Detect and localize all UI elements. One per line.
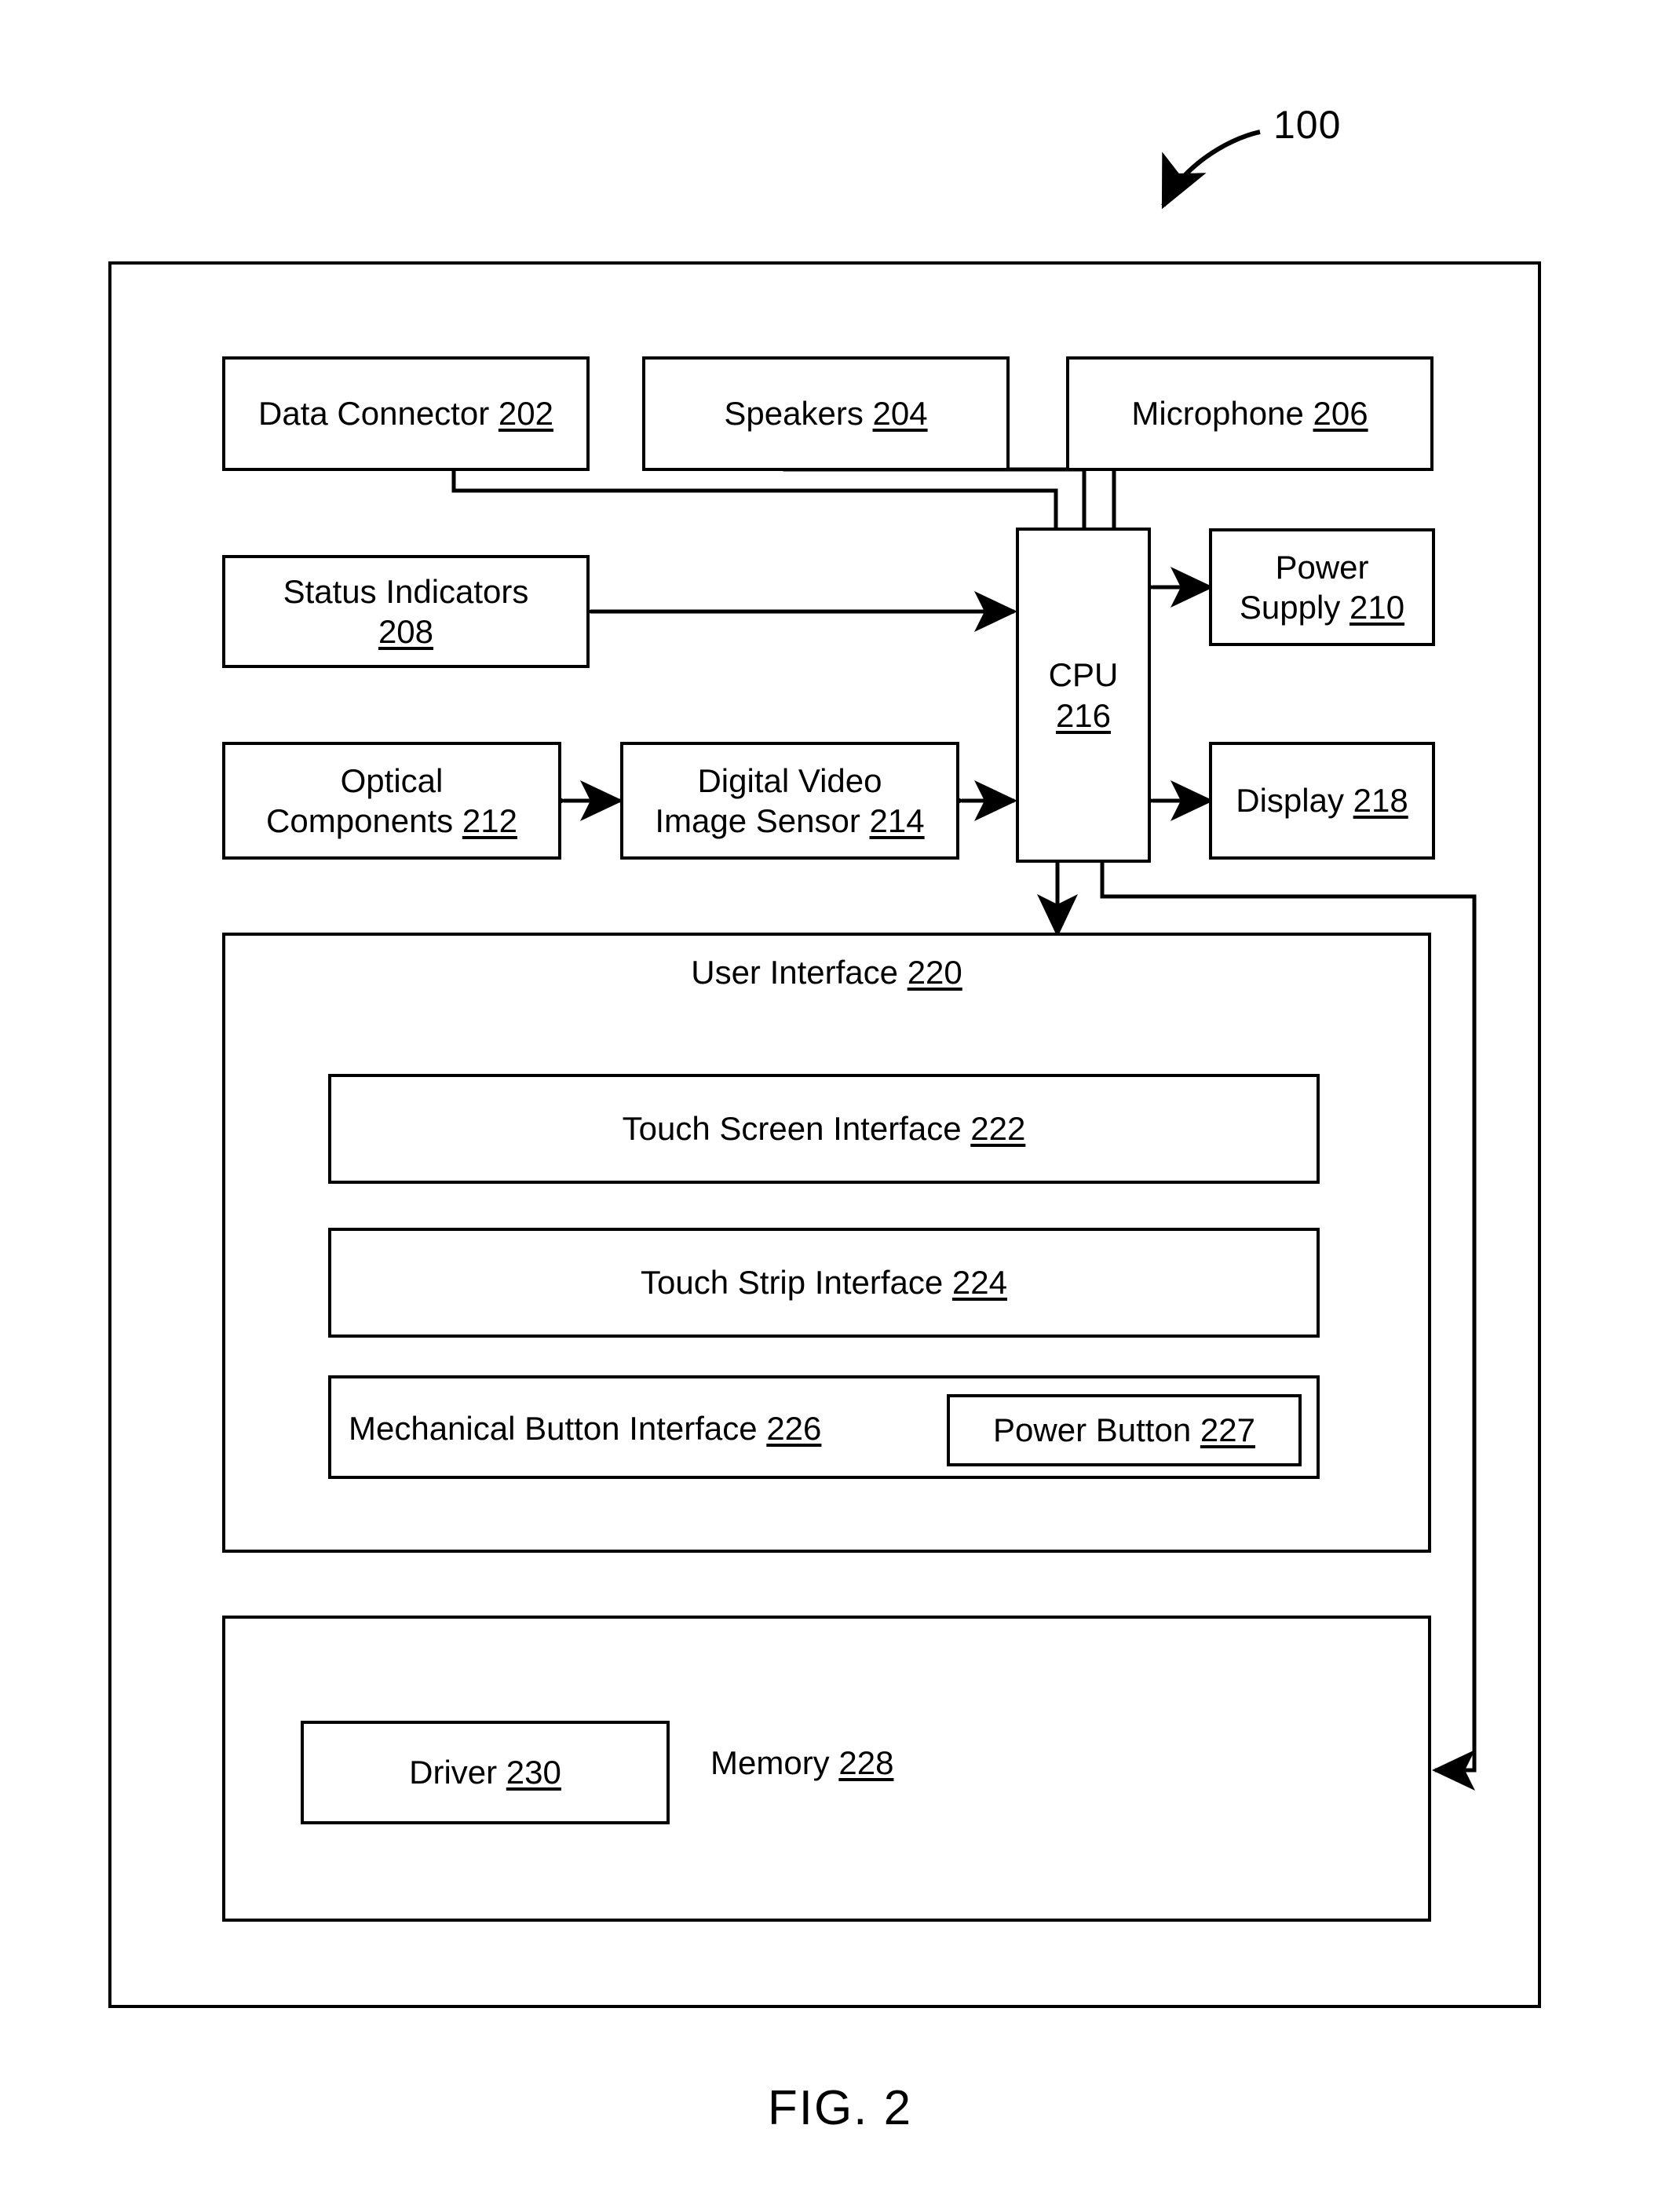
block-mechanical-button-interface-ref: 226: [766, 1410, 822, 1447]
block-microphone-label: Microphone: [1131, 395, 1313, 433]
block-optical-components-ref: 212: [462, 802, 517, 839]
block-digital-video-image-sensor[interactable]: Digital Video Image Sensor 214: [620, 742, 959, 860]
block-touch-strip-interface-label: Touch Strip Interface: [641, 1264, 952, 1302]
block-user-interface-ref: 220: [907, 954, 962, 991]
block-status-indicators-label: Status Indicators: [283, 572, 529, 610]
block-power-supply-ref: 210: [1349, 589, 1405, 626]
figure-caption: FIG. 2: [767, 2081, 913, 2135]
block-power-supply[interactable]: Power Supply 210: [1209, 528, 1435, 646]
block-speakers[interactable]: Speakers 204: [642, 356, 1010, 471]
block-driver-ref: 230: [506, 1754, 561, 1791]
block-driver-label: Driver: [409, 1754, 506, 1791]
patent-figure-page: 100 Data Connector 202 Speakers 204 Micr…: [0, 0, 1680, 2209]
block-cpu[interactable]: CPU 216: [1016, 528, 1151, 863]
block-cpu-ref: 216: [1055, 696, 1112, 734]
block-user-interface-title: User Interface 220: [222, 954, 1431, 991]
block-touch-screen-interface-label: Touch Screen Interface: [622, 1110, 971, 1148]
block-display[interactable]: Display 218: [1209, 742, 1435, 860]
block-power-button-label: Power Button: [993, 1411, 1200, 1449]
block-driver[interactable]: Driver 230: [301, 1721, 670, 1824]
block-cpu-label: CPU: [1048, 656, 1119, 694]
system-callout-label: 100: [1273, 103, 1342, 147]
block-optical-components-label: Optical Components: [266, 761, 454, 839]
block-status-indicators-ref: 208: [378, 613, 434, 650]
block-data-connector[interactable]: Data Connector 202: [222, 356, 590, 471]
block-status-indicators[interactable]: Status Indicators 208: [222, 555, 590, 668]
block-digital-video-image-sensor-label: Digital Video Image Sensor: [655, 761, 882, 839]
block-mechanical-button-interface[interactable]: Mechanical Button Interface 226 Power Bu…: [328, 1375, 1320, 1479]
block-speakers-ref: 204: [872, 395, 928, 433]
block-mechanical-button-interface-text: Mechanical Button Interface 226: [349, 1410, 821, 1448]
block-power-button[interactable]: Power Button 227: [947, 1394, 1302, 1466]
block-user-interface-label: User Interface: [691, 954, 908, 991]
block-touch-screen-interface[interactable]: Touch Screen Interface 222: [328, 1074, 1320, 1184]
block-power-button-ref: 227: [1200, 1411, 1255, 1449]
block-mechanical-button-interface-label: Mechanical Button Interface: [349, 1410, 767, 1447]
block-display-ref: 218: [1353, 782, 1408, 820]
block-microphone-ref: 206: [1313, 395, 1368, 433]
block-microphone[interactable]: Microphone 206: [1066, 356, 1433, 471]
block-speakers-label: Speakers: [724, 395, 873, 433]
block-optical-components[interactable]: Optical Components 212: [222, 742, 561, 860]
block-touch-strip-interface[interactable]: Touch Strip Interface 224: [328, 1228, 1320, 1338]
block-memory-ref: 228: [838, 1744, 894, 1781]
block-digital-video-image-sensor-ref: 214: [869, 802, 925, 839]
block-memory-label: Memory: [710, 1744, 839, 1781]
block-memory-text: Memory 228: [710, 1744, 893, 1782]
block-touch-strip-interface-ref: 224: [951, 1264, 1007, 1302]
block-data-connector-label: Data Connector: [258, 395, 499, 433]
block-touch-screen-interface-ref: 222: [970, 1110, 1026, 1148]
block-display-label: Display: [1236, 782, 1353, 820]
block-data-connector-ref: 202: [498, 395, 553, 433]
